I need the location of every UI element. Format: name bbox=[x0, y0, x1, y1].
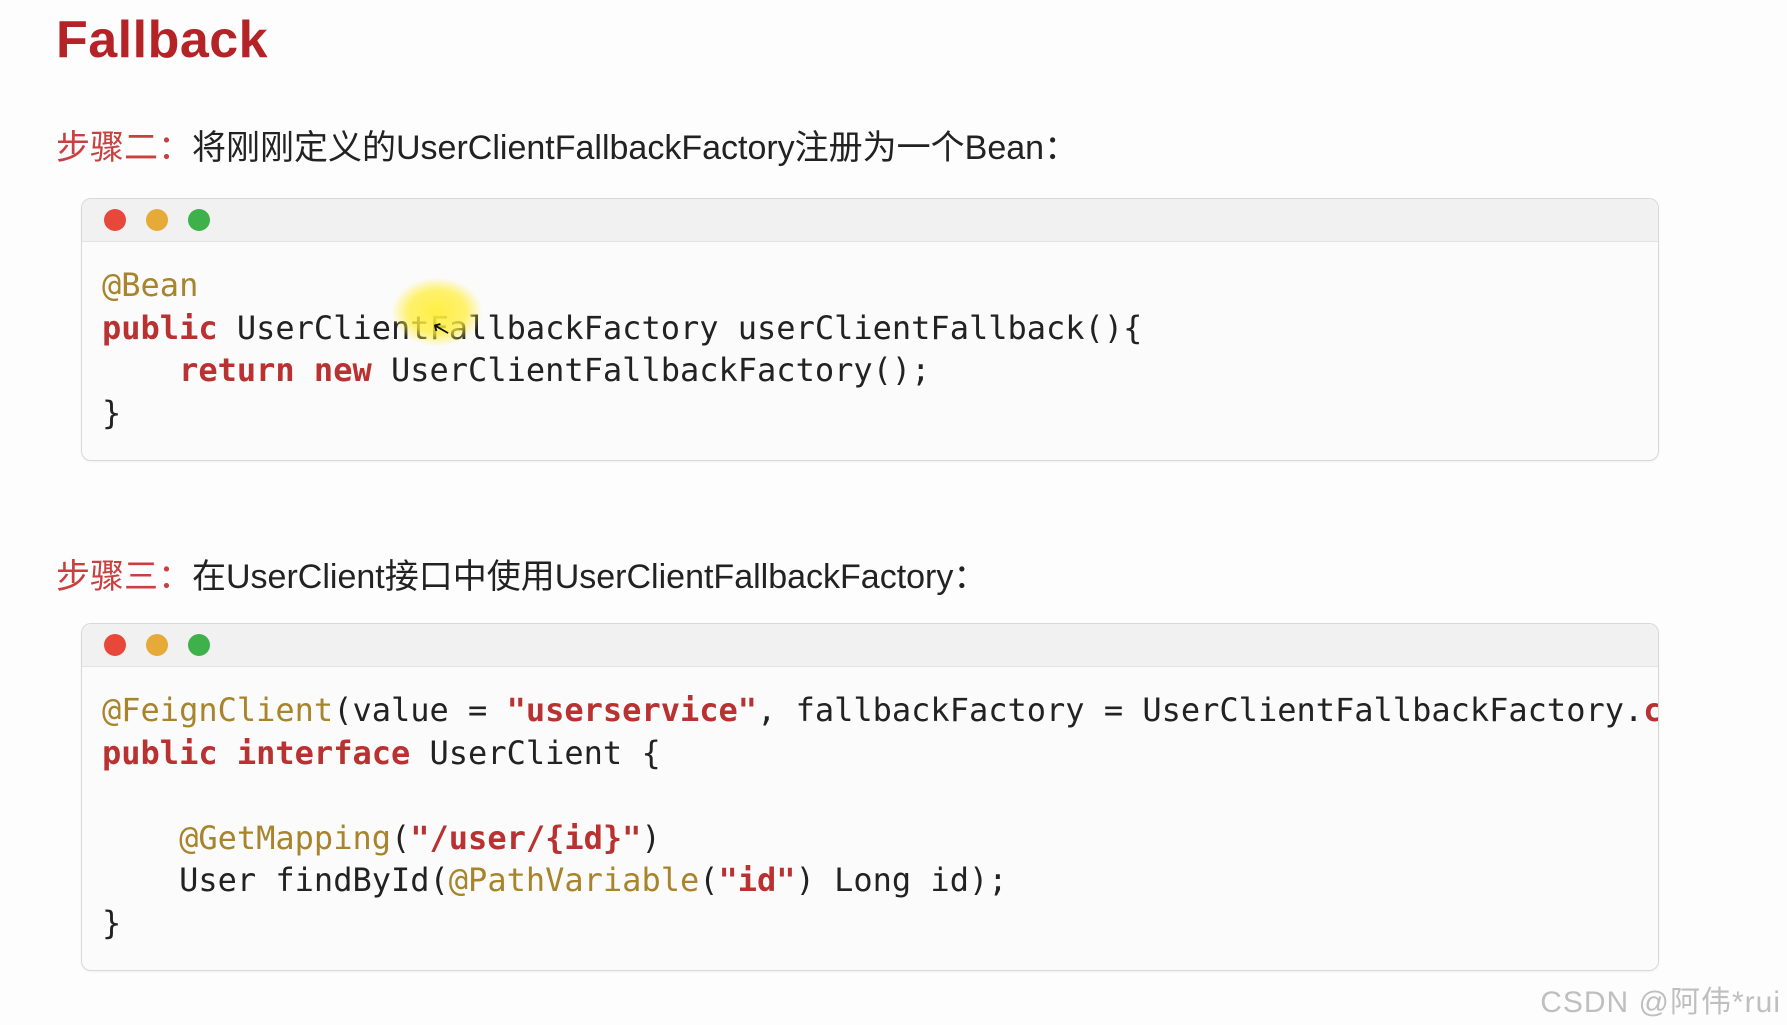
code-body-step3: @FeignClient(value = "userservice", fall… bbox=[82, 667, 1658, 970]
brace-close: } bbox=[102, 904, 121, 942]
maximize-icon bbox=[188, 209, 210, 231]
code-text: UserClientFallbackFactory(); bbox=[372, 351, 931, 389]
step3-body: 在UserClient接口中使用UserClientFallbackFactor… bbox=[192, 558, 987, 596]
close-icon bbox=[104, 209, 126, 231]
keyword-return: return bbox=[179, 351, 295, 389]
step2-label: 步骤二：将刚刚定义的UserClientFallbackFactory注册为一个… bbox=[56, 126, 1078, 170]
step3-label: 步骤三：在UserClient接口中使用UserClientFallbackFa… bbox=[56, 555, 987, 599]
step2-prefix: 步骤二： bbox=[56, 129, 192, 167]
watermark-text: CSDN @阿伟*rui bbox=[1540, 977, 1781, 1021]
paren: ( bbox=[391, 819, 410, 857]
page-title: Fallback bbox=[56, 10, 268, 70]
code-text: UserClient { bbox=[410, 734, 660, 772]
string-literal: "id" bbox=[719, 861, 796, 899]
annotation-bean: @Bean bbox=[102, 266, 198, 304]
space bbox=[295, 351, 314, 389]
keyword-public: public bbox=[102, 309, 218, 347]
code-text: UserClientFallbackFactory userClientFall… bbox=[218, 309, 1143, 347]
step2-body: 将刚刚定义的UserClientFallbackFactory注册为一个Bean… bbox=[192, 129, 1078, 167]
maximize-icon bbox=[188, 634, 210, 656]
keyword-new: new bbox=[314, 351, 372, 389]
keyword-interface: interface bbox=[237, 734, 410, 772]
keyword-public: public bbox=[102, 734, 218, 772]
indent bbox=[102, 819, 179, 857]
code-body-step2: @Bean public UserClientFallbackFactory u… bbox=[82, 242, 1658, 460]
keyword-class: class bbox=[1643, 691, 1659, 729]
annotation-pathvariable: @PathVariable bbox=[449, 861, 699, 899]
annotation-getmapping: @GetMapping bbox=[179, 819, 391, 857]
paren: ( bbox=[699, 861, 718, 899]
code-text: User findById( bbox=[179, 861, 449, 899]
panel-header bbox=[82, 199, 1658, 242]
indent bbox=[102, 861, 179, 899]
string-literal: "/user/{id}" bbox=[410, 819, 641, 857]
paren: ) bbox=[796, 861, 815, 899]
code-text: , fallbackFactory = UserClientFallbackFa… bbox=[757, 691, 1643, 729]
document-page: Fallback 步骤二：将刚刚定义的UserClientFallbackFac… bbox=[0, 0, 1787, 1025]
string-literal: "userservice" bbox=[507, 691, 757, 729]
paren: ) bbox=[641, 819, 660, 857]
code-text: (value = bbox=[333, 691, 506, 729]
space bbox=[218, 734, 237, 772]
minimize-icon bbox=[146, 209, 168, 231]
minimize-icon bbox=[146, 634, 168, 656]
brace-close: } bbox=[102, 394, 121, 432]
code-panel-step2: @Bean public UserClientFallbackFactory u… bbox=[81, 198, 1659, 461]
code-panel-step3: @FeignClient(value = "userservice", fall… bbox=[81, 623, 1659, 971]
close-icon bbox=[104, 634, 126, 656]
step3-prefix: 步骤三： bbox=[56, 558, 192, 596]
annotation-feignclient: @FeignClient bbox=[102, 691, 333, 729]
panel-header bbox=[82, 624, 1658, 667]
indent bbox=[102, 351, 179, 389]
code-text: Long id); bbox=[815, 861, 1008, 899]
